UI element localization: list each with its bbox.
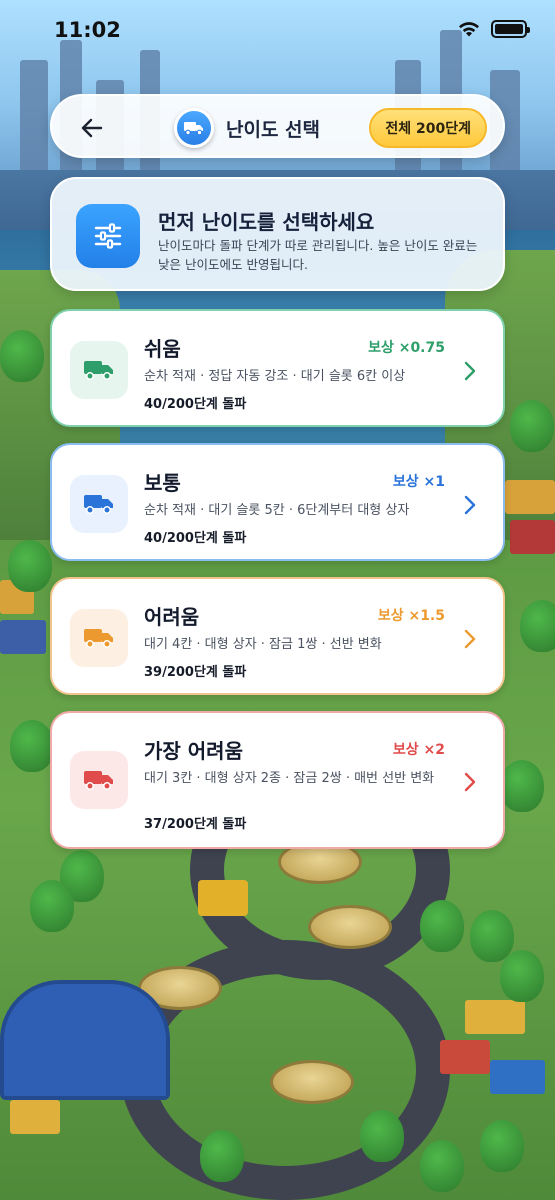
stage-progress: 39/200단계 돌파 [144, 665, 247, 680]
info-card: 먼저 난이도를 선택하세요 난이도마다 돌파 단계가 따로 관리됩니다. 높은 … [50, 177, 505, 291]
total-stages-badge: 전체 200단계 [369, 108, 487, 148]
sliders-icon [76, 204, 140, 268]
reward-multiplier: 보상 ×1.5 [377, 608, 445, 624]
difficulty-name: 보통 [144, 471, 181, 495]
truck-icon [70, 751, 128, 809]
battery-icon [491, 20, 530, 38]
difficulty-rules: 순차 적재 · 정답 자동 강조 · 대기 슬롯 6칸 이상 [144, 369, 406, 384]
stage-progress: 40/200단계 돌파 [144, 397, 247, 412]
stage-progress: 37/200단계 돌파 [144, 817, 247, 832]
truck-icon [70, 341, 128, 399]
truck-icon [174, 108, 214, 148]
chevron-right-icon [464, 772, 476, 792]
difficulty-name: 쉬움 [144, 337, 181, 361]
status-bar: 11:02 [0, 0, 555, 62]
difficulty-rules: 대기 4칸 · 대형 상자 · 잠금 1쌍 · 선반 변화 [144, 637, 382, 652]
truck-icon [70, 475, 128, 533]
reward-multiplier: 보상 ×0.75 [368, 340, 445, 356]
page-title: 난이도 선택 [226, 118, 321, 141]
difficulty-rules: 순차 적재 · 대기 슬롯 5칸 · 6단계부터 대형 상자 [144, 503, 410, 518]
truck-icon [70, 609, 128, 667]
reward-multiplier: 보상 ×2 [392, 742, 445, 758]
info-title: 먼저 난이도를 선택하세요 [158, 210, 375, 234]
difficulty-list: 쉬움 보상 ×0.75 순차 적재 · 정답 자동 강조 · 대기 슬롯 6칸 … [50, 309, 505, 865]
difficulty-name: 가장 어려움 [144, 739, 243, 763]
difficulty-rules: 대기 3칸 · 대형 상자 2종 · 잠금 2쌍 · 매번 선반 변화 [144, 771, 435, 786]
difficulty-name: 어려움 [144, 605, 200, 629]
chevron-right-icon [464, 629, 476, 649]
chevron-right-icon [464, 495, 476, 515]
difficulty-card-normal[interactable]: 보통 보상 ×1 순차 적재 · 대기 슬롯 5칸 · 6단계부터 대형 상자 … [50, 443, 505, 561]
header-title-group: 난이도 선택 [174, 108, 320, 148]
info-description: 난이도마다 돌파 단계가 따로 관리됩니다. 높은 난이도 완료는 낮은 난이도… [158, 238, 478, 272]
wifi-icon [459, 22, 479, 37]
status-time: 11:02 [54, 18, 121, 42]
stage-progress: 40/200단계 돌파 [144, 531, 247, 546]
difficulty-card-hardest[interactable]: 가장 어려움 보상 ×2 대기 3칸 · 대형 상자 2종 · 잠금 2쌍 · … [50, 711, 505, 849]
arrow-left-icon [81, 118, 103, 138]
header-bar: 난이도 선택 전체 200단계 [50, 94, 505, 158]
chevron-right-icon [464, 361, 476, 381]
difficulty-card-easy[interactable]: 쉬움 보상 ×0.75 순차 적재 · 정답 자동 강조 · 대기 슬롯 6칸 … [50, 309, 505, 427]
status-icons [457, 20, 530, 38]
back-button[interactable] [74, 110, 110, 146]
difficulty-card-hard[interactable]: 어려움 보상 ×1.5 대기 4칸 · 대형 상자 · 잠금 1쌍 · 선반 변… [50, 577, 505, 695]
reward-multiplier: 보상 ×1 [392, 474, 445, 490]
